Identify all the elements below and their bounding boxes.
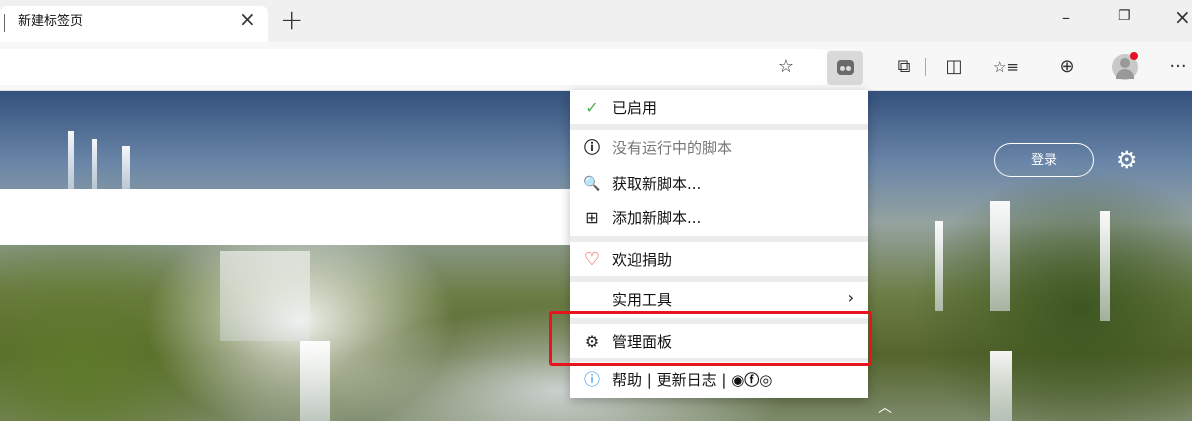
profile-avatar[interactable] xyxy=(1112,52,1138,80)
collections-icon[interactable]: ⊕ xyxy=(1053,53,1081,81)
login-button[interactable]: 登录 xyxy=(994,143,1094,177)
menu-separator xyxy=(570,124,868,130)
info-icon: ⓘ xyxy=(583,138,600,157)
favorites-icon[interactable]: ☆≡ xyxy=(990,53,1022,81)
tampermonkey-icon xyxy=(837,60,854,75)
toolbar-divider xyxy=(925,58,926,76)
page-settings-icon[interactable]: ⚙ xyxy=(1116,146,1138,174)
menu-item-add-script[interactable]: ⊞ 添加新脚本... xyxy=(570,202,868,234)
window-minimize-button[interactable]: – xyxy=(1062,8,1070,27)
checkmark-icon: ✓ xyxy=(585,98,599,117)
menu-separator xyxy=(570,276,868,282)
split-screen-icon[interactable]: ◫ xyxy=(940,53,968,81)
address-input[interactable] xyxy=(0,49,838,85)
tab-close-icon[interactable]: × xyxy=(239,7,256,31)
menu-item-get-scripts[interactable]: 🔍 获取新脚本... xyxy=(570,168,868,200)
menu-item-label: 没有运行中的脚本 xyxy=(612,139,733,157)
scroll-up-icon[interactable]: ︿ xyxy=(878,397,892,417)
extensions-icon[interactable]: ⧉ xyxy=(890,53,918,81)
plus-square-icon: ⊞ xyxy=(585,208,599,227)
menu-item-no-scripts: ⓘ 没有运行中的脚本 xyxy=(570,132,868,164)
help-changelog-text: 帮助 | 更新日志 | xyxy=(612,371,732,389)
search-box-area[interactable] xyxy=(0,189,570,245)
heart-icon: ♡ xyxy=(583,249,601,270)
menu-item-label: 已启用 xyxy=(612,99,658,117)
menu-item-label: 获取新脚本... xyxy=(612,175,702,193)
tab-separator xyxy=(4,14,5,32)
window-restore-button[interactable]: ❐ xyxy=(1118,8,1131,24)
window-close-button[interactable]: × xyxy=(1174,5,1191,29)
help-info-icon: ⓘ xyxy=(583,370,600,389)
notification-dot xyxy=(1130,52,1138,60)
new-tab-button[interactable]: + xyxy=(280,3,303,36)
menu-item-donate[interactable]: ♡ 欢迎捐助 xyxy=(570,244,868,276)
menu-item-label: 帮助 | 更新日志 | ◉ⓕ◎ xyxy=(612,370,772,390)
menu-item-enabled[interactable]: ✓ 已启用 xyxy=(570,92,868,124)
social-links-icon[interactable]: ◉ⓕ◎ xyxy=(731,371,772,389)
tampermonkey-extension-button[interactable] xyxy=(827,51,863,85)
menu-item-label: 欢迎捐助 xyxy=(612,251,673,269)
menu-item-label: 添加新脚本... xyxy=(612,209,702,227)
tab-title: 新建标签页 xyxy=(18,14,84,29)
search-icon: 🔍 xyxy=(583,176,601,192)
menu-item-help[interactable]: ⓘ 帮助 | 更新日志 | ◉ⓕ◎ xyxy=(570,364,868,396)
add-favorite-icon[interactable]: ☆ xyxy=(771,53,801,81)
menu-item-label: 实用工具 xyxy=(612,291,673,309)
more-options-icon[interactable]: ··· xyxy=(1164,53,1192,81)
highlight-annotation-box xyxy=(549,311,872,366)
menu-separator xyxy=(570,236,868,242)
chevron-right-icon: › xyxy=(847,288,854,307)
